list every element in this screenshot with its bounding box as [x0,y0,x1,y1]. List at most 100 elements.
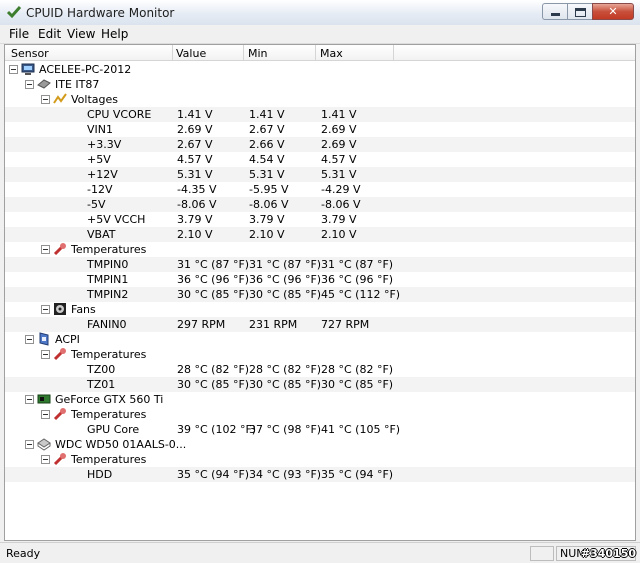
sensor-row[interactable]: TZ00 28 °C (82 °F) 28 °C (82 °F) 28 °C (82 … [5,362,635,377]
sensor-name: +5V VCCH [87,213,146,226]
sensor-row[interactable]: +3.3V 2.67 V 2.66 V 2.69 V [5,137,635,152]
sensor-row[interactable]: HDD 35 °C (94 °F) 34 °C (93 °F) 35 °C (94 °… [5,467,635,482]
collapse-toggle[interactable] [41,410,50,419]
sensor-name: +5V [87,153,111,166]
sensor-max: 727 RPM [321,318,370,331]
sensor-row[interactable]: TMPIN1 36 °C (96 °F) 36 °C (96 °F) 36 °C (9… [5,272,635,287]
menu-file[interactable]: File [9,27,29,41]
collapse-toggle[interactable] [25,335,34,344]
sensor-row[interactable]: VBAT 2.10 V 2.10 V 2.10 V [5,227,635,242]
sensor-min: -8.06 V [249,198,289,211]
sensor-row[interactable]: +5V VCCH 3.79 V 3.79 V 3.79 V [5,212,635,227]
column-divider[interactable] [393,45,394,61]
sensor-row[interactable]: CPU VCORE 1.41 V 1.41 V 1.41 V [5,107,635,122]
tree-node-ite-it87[interactable]: ITE IT87 [5,77,635,92]
sensor-max: 41 °C (105 °F) [321,423,401,436]
sensor-value: 5.31 V [177,168,213,181]
chip-icon [37,79,51,89]
column-divider[interactable] [243,45,244,61]
tree-node-disk[interactable]: WDC WD50 01AALS-0... [5,437,635,452]
tree-node-label: Temperatures [71,408,147,421]
menu-bar: File Edit View Help [0,25,640,44]
fan-icon [54,303,66,315]
collapse-toggle[interactable] [9,65,18,74]
thermometer-icon [53,453,66,466]
sensor-max: 30 °C (85 °F) [321,378,394,391]
tree-node-computer[interactable]: ACELEE-PC-2012 [5,62,635,77]
sensor-name: -12V [87,183,113,196]
status-panel [530,546,554,561]
sensor-name: +12V [87,168,118,181]
menu-help[interactable]: Help [101,27,128,41]
tree-group-temperatures[interactable]: Temperatures [5,452,635,467]
sensor-max: 45 °C (112 °F) [321,288,401,301]
sensor-value: 297 RPM [177,318,226,331]
tree-node-label: GeForce GTX 560 Ti [55,393,164,406]
column-divider[interactable] [172,45,173,61]
sensor-row[interactable]: +12V 5.31 V 5.31 V 5.31 V [5,167,635,182]
tree-node-acpi[interactable]: ACPI [5,332,635,347]
sensor-min: -5.95 V [249,183,289,196]
tree-group-temperatures[interactable]: Temperatures [5,347,635,362]
sensor-max: 28 °C (82 °F) [321,363,394,376]
voltage-icon [53,93,67,104]
column-min[interactable]: Min [248,47,268,60]
sensor-tree-view[interactable]: Sensor Value Min Max ACELEE-PC-2012 ITE I… [4,44,636,541]
sensor-name: TZ01 [87,378,116,391]
sensor-value: 28 °C (82 °F) [177,363,250,376]
collapse-toggle[interactable] [41,95,50,104]
sensor-row[interactable]: GPU Core 39 °C (102 °F) 37 °C (98 °F) 41 °C… [5,422,635,437]
collapse-toggle[interactable] [41,305,50,314]
sensor-value: -8.06 V [177,198,217,211]
tree-group-voltages[interactable]: Voltages [5,92,635,107]
sensor-row[interactable]: TMPIN0 31 °C (87 °F) 31 °C (87 °F) 31 °C (8… [5,257,635,272]
sensor-max: 2.69 V [321,123,357,136]
tree-group-temperatures[interactable]: Temperatures [5,407,635,422]
column-max[interactable]: Max [320,47,343,60]
sensor-value: 4.57 V [177,153,213,166]
sensor-row[interactable]: TMPIN2 30 °C (85 °F) 30 °C (85 °F) 45 °C (1… [5,287,635,302]
menu-edit[interactable]: Edit [38,27,61,41]
sensor-name: CPU VCORE [87,108,152,121]
close-button[interactable]: ✕ [592,3,634,20]
watermark: #340150 [580,547,636,560]
tree-group-temperatures[interactable]: Temperatures [5,242,635,257]
sensor-row[interactable]: +5V 4.57 V 4.54 V 4.57 V [5,152,635,167]
collapse-toggle[interactable] [41,245,50,254]
maximize-icon [575,8,586,17]
sensor-row[interactable]: FANIN0 297 RPM 231 RPM 727 RPM [5,317,635,332]
menu-view[interactable]: View [67,27,95,41]
sensor-name: GPU Core [87,423,140,436]
sensor-max: 3.79 V [321,213,357,226]
minimize-button[interactable] [542,3,567,20]
collapse-toggle[interactable] [41,455,50,464]
tree-node-label: Temperatures [71,243,147,256]
sensor-value: 30 °C (85 °F) [177,378,250,391]
collapse-toggle[interactable] [25,440,34,449]
tree-node-label: Voltages [71,93,118,106]
title-bar[interactable]: CPUID Hardware Monitor ✕ [0,0,640,25]
sensor-min: 4.54 V [249,153,285,166]
sensor-row[interactable]: -12V -4.35 V -5.95 V -4.29 V [5,182,635,197]
sensor-min: 231 RPM [249,318,298,331]
collapse-toggle[interactable] [25,80,34,89]
sensor-row[interactable]: VIN1 2.69 V 2.67 V 2.69 V [5,122,635,137]
column-value[interactable]: Value [176,47,206,60]
status-text: Ready [6,547,41,560]
hard-disk-icon [37,438,51,451]
tree-node-gpu[interactable]: GeForce GTX 560 Ti [5,392,635,407]
column-sensor[interactable]: Sensor [11,47,49,60]
sensor-value: 36 °C (96 °F) [177,273,250,286]
collapse-toggle[interactable] [25,395,34,404]
maximize-button[interactable] [567,3,592,20]
sensor-value: 3.79 V [177,213,213,226]
tree-node-label: Temperatures [71,453,147,466]
collapse-toggle[interactable] [41,350,50,359]
tree-group-fans[interactable]: Fans [5,302,635,317]
column-divider[interactable] [315,45,316,61]
minimize-icon [551,13,560,16]
sensor-row[interactable]: -5V -8.06 V -8.06 V -8.06 V [5,197,635,212]
sensor-row[interactable]: TZ01 30 °C (85 °F) 30 °C (85 °F) 30 °C (85 … [5,377,635,392]
sensor-min: 2.10 V [249,228,285,241]
thermometer-icon [53,408,66,421]
